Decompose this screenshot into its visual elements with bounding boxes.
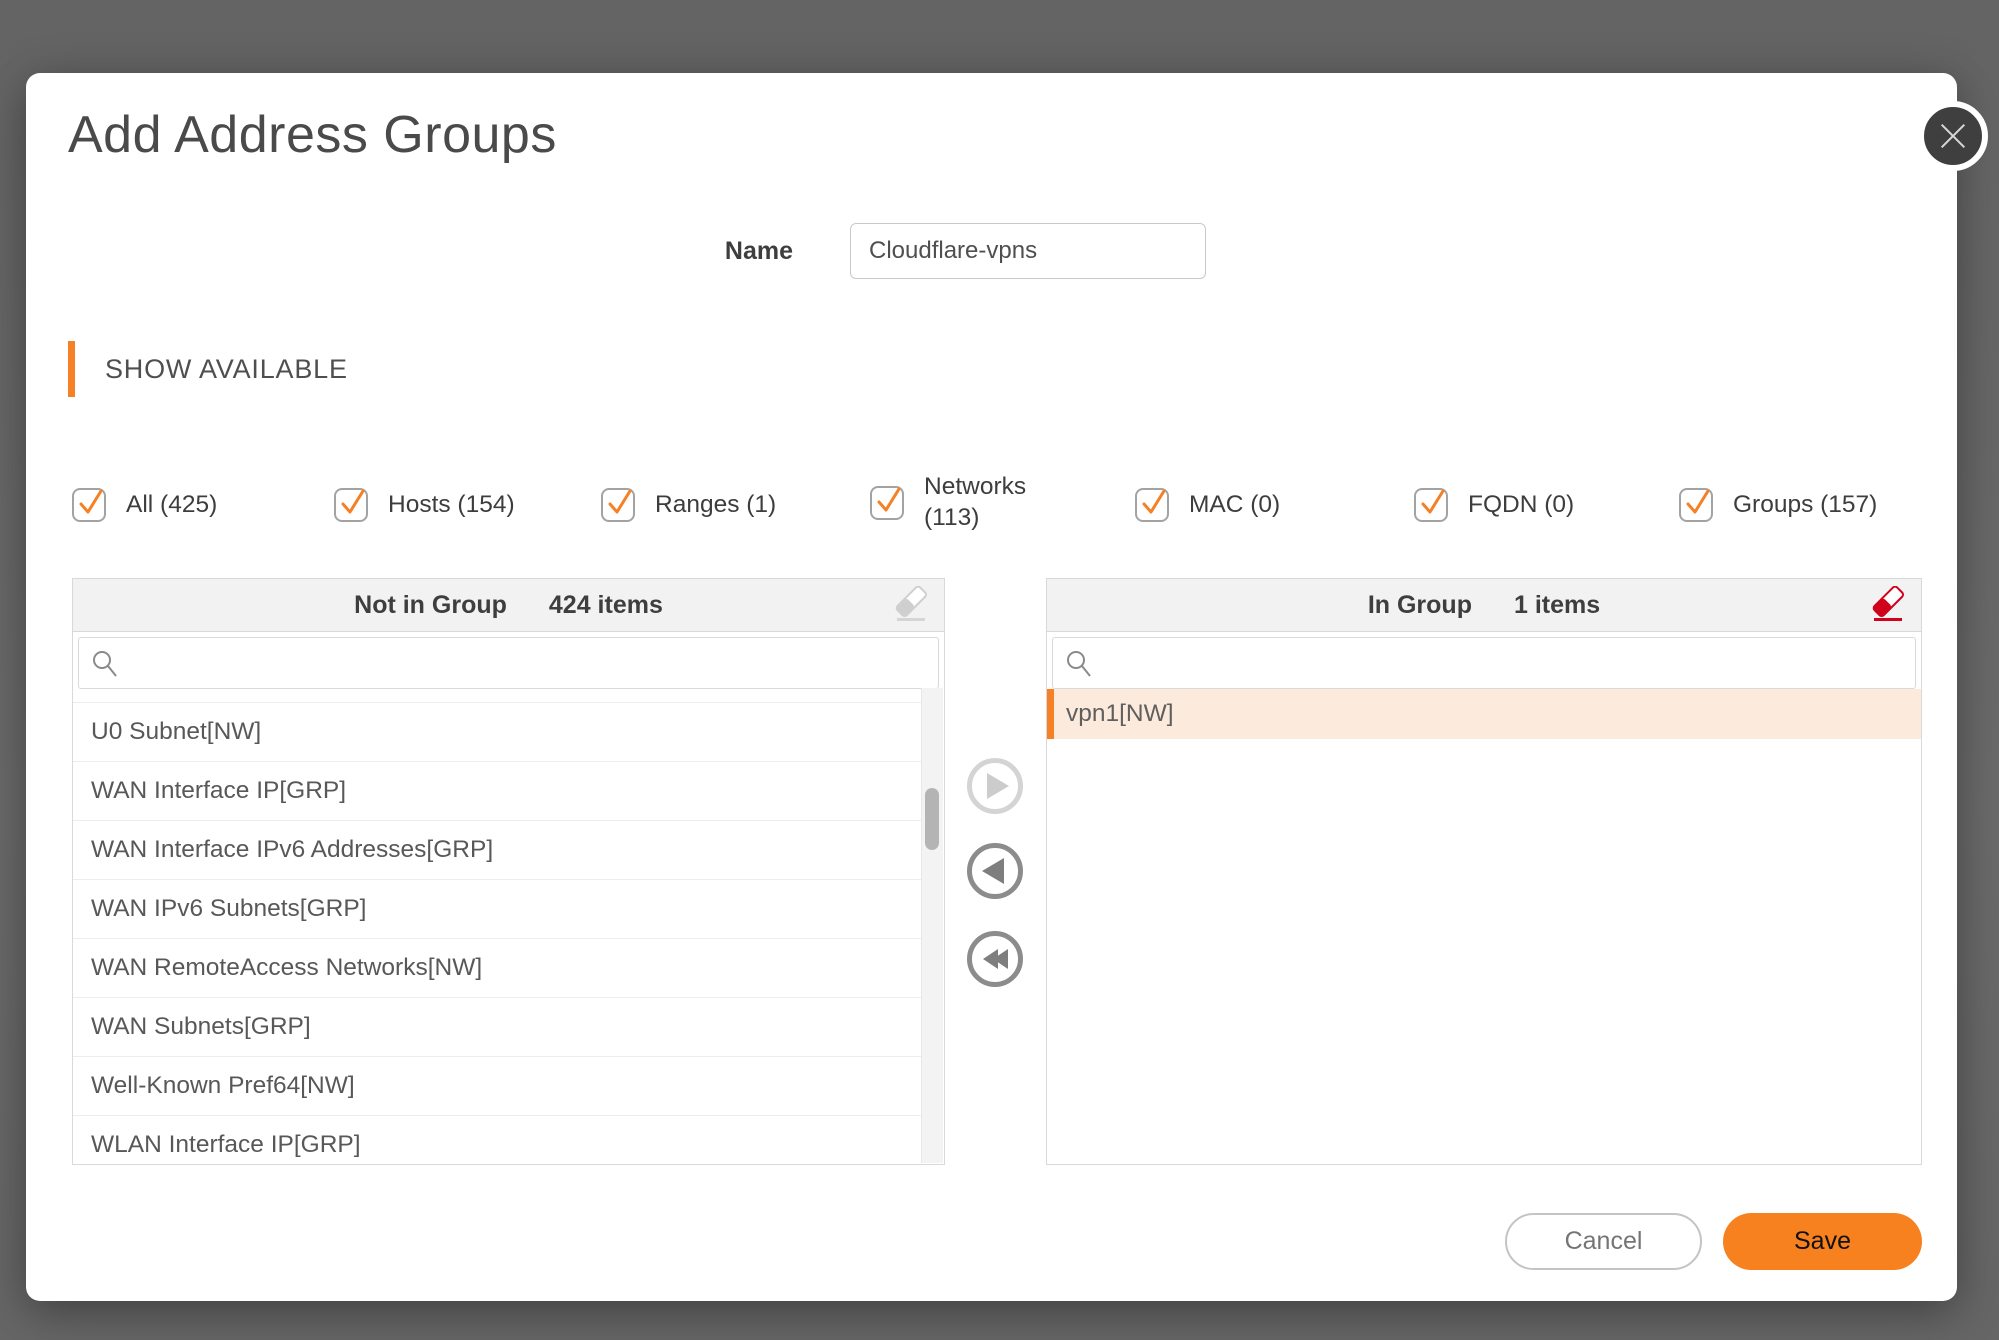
filter-label: MAC (0): [1189, 491, 1280, 519]
list-item[interactable]: U0 Subnet[NW]: [73, 703, 922, 762]
filter-label: Networks (113): [924, 472, 1049, 533]
search-input[interactable]: [78, 637, 939, 689]
not-in-group-list: U0 Subnet[NW] WAN Interface IP[GRP] WAN …: [73, 689, 944, 1162]
check-icon: [337, 487, 369, 519]
search-icon: [1064, 649, 1094, 684]
check-icon: [1138, 487, 1170, 519]
arrow-right-icon: [987, 773, 1009, 799]
accent-bar: [68, 341, 75, 397]
filter-label: All (425): [126, 491, 217, 519]
checkbox-ranges[interactable]: [601, 488, 635, 522]
checkbox-all[interactable]: [72, 488, 106, 522]
check-icon: [1682, 487, 1714, 519]
in-group-list: vpn1[NW]: [1047, 689, 1921, 1162]
page-title: Add Address Groups: [68, 105, 557, 165]
checkbox-groups[interactable]: [1679, 488, 1713, 522]
move-all-left-button[interactable]: [967, 931, 1023, 987]
list-item[interactable]: WAN Interface IPv6 Addresses[GRP]: [73, 821, 922, 880]
not-in-group-search: [78, 637, 939, 689]
check-icon: [75, 487, 107, 519]
move-right-button[interactable]: [967, 758, 1023, 814]
panel-title: Not in Group: [354, 591, 507, 620]
name-label: Name: [643, 237, 793, 266]
move-left-button[interactable]: [967, 843, 1023, 899]
in-group-search: [1052, 637, 1916, 689]
list-item[interactable]: WAN IPv6 Subnets[GRP]: [73, 880, 922, 939]
list-item[interactable]: WAN Subnets[GRP]: [73, 998, 922, 1057]
scrollbar-thumb[interactable]: [925, 788, 939, 850]
filter-label: Ranges (1): [655, 491, 776, 519]
save-button[interactable]: Save: [1723, 1213, 1922, 1270]
filter-label: Groups (157): [1733, 491, 1877, 519]
eraser-icon: [1867, 586, 1909, 624]
name-input[interactable]: [850, 223, 1206, 279]
filter-ranges[interactable]: Ranges (1): [601, 488, 776, 522]
filter-all[interactable]: All (425): [72, 488, 217, 522]
check-icon: [1417, 487, 1449, 519]
filter-label: Hosts (154): [388, 491, 515, 519]
section-heading: SHOW AVAILABLE: [105, 354, 348, 385]
show-available-section: SHOW AVAILABLE: [68, 341, 348, 397]
filter-networks[interactable]: Networks (113): [870, 472, 1049, 533]
clear-group-button[interactable]: [1867, 586, 1909, 624]
list-item[interactable]: WLAN Interface IP[GRP]: [73, 1116, 922, 1162]
clear-selection-button[interactable]: [890, 586, 932, 624]
filter-groups[interactable]: Groups (157): [1679, 488, 1877, 522]
cancel-button[interactable]: Cancel: [1505, 1213, 1702, 1270]
filter-hosts[interactable]: Hosts (154): [334, 488, 515, 522]
list-item[interactable]: WAN Interface IP[GRP]: [73, 762, 922, 821]
panel-count: 1 items: [1514, 591, 1600, 620]
close-button[interactable]: [1918, 101, 1988, 171]
in-group-header: In Group 1 items: [1047, 579, 1921, 632]
search-icon: [90, 649, 120, 684]
double-arrow-left-icon: [993, 949, 1008, 969]
filter-label: FQDN (0): [1468, 491, 1574, 519]
panel-title: In Group: [1368, 591, 1472, 620]
arrow-left-icon: [982, 858, 1004, 884]
add-address-groups-dialog: Add Address Groups Name SHOW AVAILABLE A…: [26, 73, 1957, 1301]
in-group-panel: In Group 1 items vpn1[NW]: [1046, 578, 1922, 1165]
not-in-group-header: Not in Group 424 items: [73, 579, 944, 632]
eraser-icon: [890, 586, 932, 624]
not-in-group-panel: Not in Group 424 items U0 Subnet[NW]: [72, 578, 945, 1165]
search-input[interactable]: [1052, 637, 1916, 689]
scrollbar-track: [921, 688, 943, 1163]
check-icon: [873, 485, 905, 517]
panel-count: 424 items: [549, 591, 663, 620]
list-item-partial: [73, 689, 922, 703]
filter-mac[interactable]: MAC (0): [1135, 488, 1280, 522]
checkbox-fqdn[interactable]: [1414, 488, 1448, 522]
list-item[interactable]: Well-Known Pref64[NW]: [73, 1057, 922, 1116]
checkbox-hosts[interactable]: [334, 488, 368, 522]
checkbox-networks[interactable]: [870, 486, 904, 520]
list-item[interactable]: WAN RemoteAccess Networks[NW]: [73, 939, 922, 998]
selected-list-item[interactable]: vpn1[NW]: [1047, 689, 1921, 739]
filter-fqdn[interactable]: FQDN (0): [1414, 488, 1574, 522]
checkbox-mac[interactable]: [1135, 488, 1169, 522]
check-icon: [604, 487, 636, 519]
